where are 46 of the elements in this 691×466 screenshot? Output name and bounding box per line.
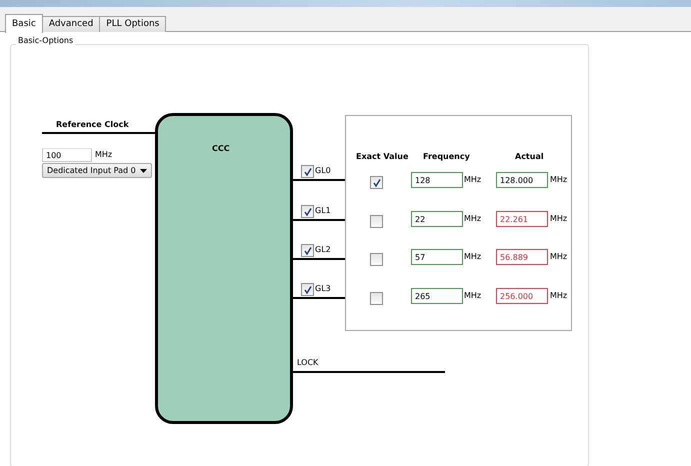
actual-field: 22.261	[496, 211, 548, 227]
column-header: Frequency	[423, 152, 470, 161]
caret-icon	[140, 168, 147, 172]
wire-line	[293, 297, 346, 299]
group-title: Basic-Options	[16, 36, 76, 45]
unit-label: MHz	[550, 214, 568, 223]
checkbox[interactable]	[370, 292, 383, 305]
source-dropdown[interactable]: Dedicated Input Pad 0	[42, 163, 152, 178]
checkbox[interactable]	[370, 253, 383, 266]
unit-label: MHz	[95, 150, 112, 159]
wire-line	[293, 219, 346, 221]
unit-label: MHz	[550, 291, 568, 300]
actual-field: 56.889	[496, 249, 548, 265]
wire-line	[293, 179, 346, 181]
unit-label: MHz	[464, 175, 482, 184]
unit-label: MHz	[464, 252, 482, 261]
checkbox[interactable]	[301, 165, 314, 178]
checkbox[interactable]	[301, 205, 314, 218]
actual-field: 128.000	[496, 172, 548, 188]
actual-field: 256.000	[496, 288, 548, 304]
block-label: CCC	[212, 144, 230, 153]
checkbox[interactable]	[370, 176, 383, 189]
column-header: Exact Value	[356, 152, 408, 161]
input-field[interactable]: 100	[42, 148, 92, 162]
unit-label: MHz	[550, 252, 568, 261]
tab[interactable]: Advanced	[42, 16, 100, 32]
checkbox[interactable]	[301, 283, 314, 296]
unit-label: MHz	[464, 214, 482, 223]
tab[interactable]: Basic	[5, 14, 43, 33]
lock-label: LOCK	[297, 358, 318, 367]
frequency-field[interactable]: 57	[411, 249, 463, 265]
frequency-field[interactable]: 22	[411, 211, 463, 227]
wire-line	[293, 258, 346, 260]
column-header: Actual	[515, 152, 544, 161]
frequency-field[interactable]: 128	[411, 172, 463, 188]
output-label: GL1	[315, 206, 331, 215]
unit-label: MHz	[464, 291, 482, 300]
output-label: GL2	[315, 245, 331, 254]
checkbox[interactable]	[301, 244, 314, 257]
output-label: GL0	[315, 166, 331, 175]
tab[interactable]: PLL Options	[99, 16, 166, 32]
unit-label: MHz	[550, 175, 568, 184]
checkbox[interactable]	[370, 215, 383, 228]
output-label: GL3	[315, 284, 331, 293]
frequency-field[interactable]: 265	[411, 288, 463, 304]
reference-clock-label: Reference Clock	[56, 120, 129, 129]
